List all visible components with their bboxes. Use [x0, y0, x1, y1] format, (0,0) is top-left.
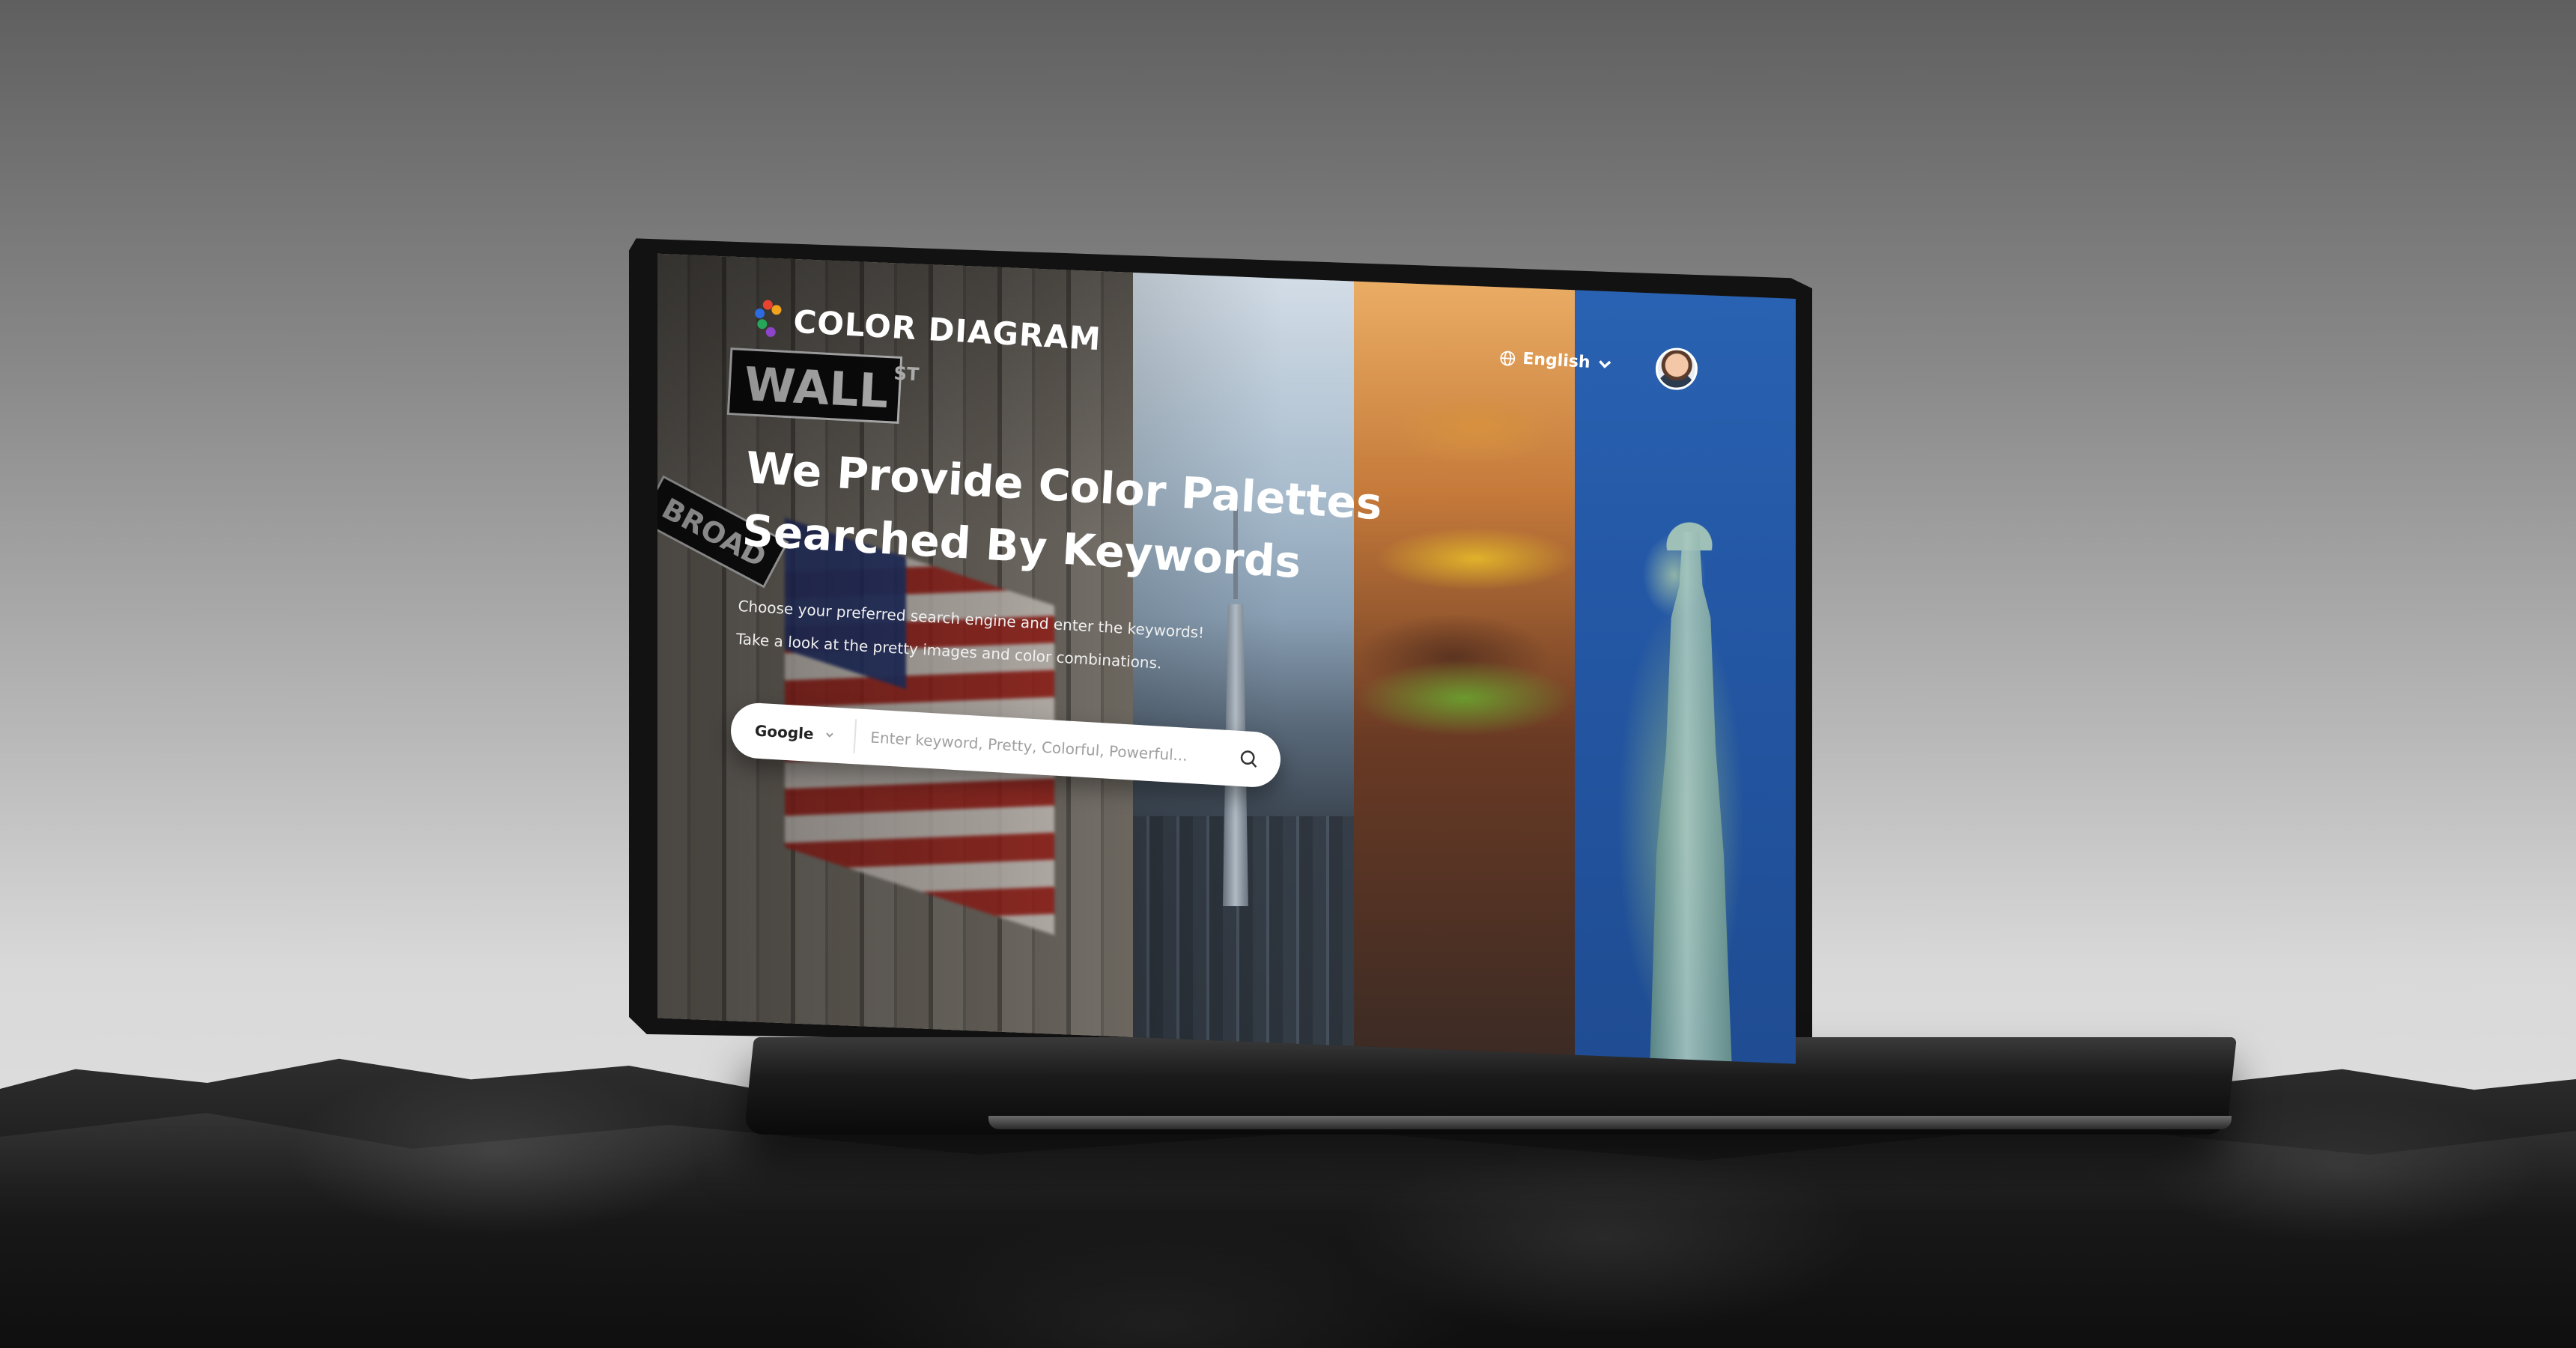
search-icon — [1240, 750, 1257, 768]
language-selector[interactable]: English — [1498, 348, 1614, 374]
laptop-screen: WALL ST BROAD COLOR DIAGRAM English We P… — [657, 253, 1796, 1064]
search-input[interactable] — [854, 714, 1228, 780]
user-avatar[interactable] — [1654, 347, 1699, 392]
laptop-base-edge — [988, 1116, 2232, 1129]
search-engine-label: Google — [754, 721, 815, 744]
website-ui: COLOR DIAGRAM English We Provide Color P… — [657, 254, 1793, 1064]
language-label: English — [1522, 349, 1591, 372]
hero-title: We Provide Color Palettes Searched By Ke… — [741, 436, 1421, 601]
brand-logo[interactable]: COLOR DIAGRAM — [753, 300, 1102, 359]
mockup-scene: WALL ST BROAD COLOR DIAGRAM English We P… — [0, 0, 2576, 1348]
globe-icon — [1500, 350, 1516, 366]
chevron-down-icon — [1599, 359, 1611, 368]
brand-name: COLOR DIAGRAM — [792, 303, 1102, 357]
search-button[interactable] — [1225, 735, 1272, 783]
logo-icon — [753, 300, 786, 340]
search-engine-dropdown[interactable]: Google — [729, 711, 857, 754]
chevron-down-icon — [825, 732, 833, 738]
hero-subtitle: Choose your preferred search engine and … — [735, 589, 1263, 685]
search-bar: Google — [729, 701, 1283, 789]
